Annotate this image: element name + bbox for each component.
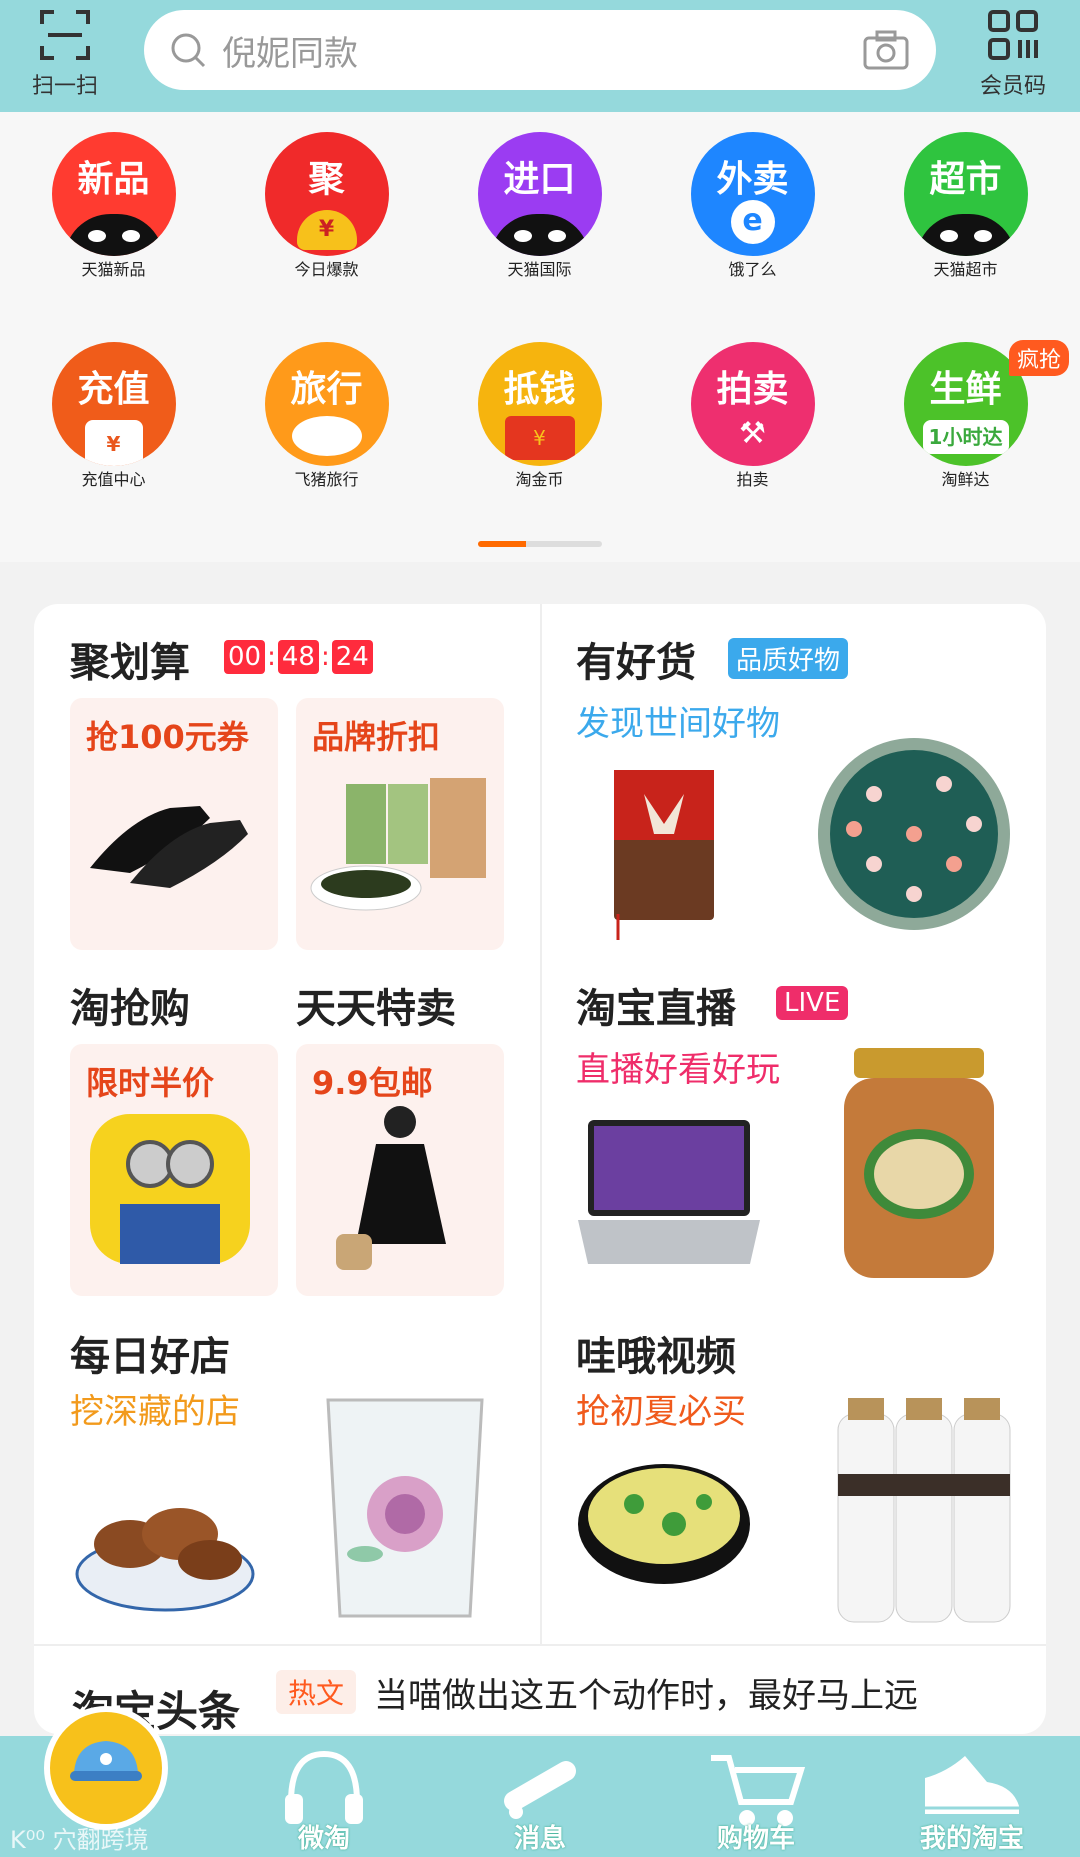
tab-weitao[interactable]: 微淘 xyxy=(216,1736,432,1857)
food-image xyxy=(310,778,486,911)
grid-item-label: 飞猪旅行 xyxy=(294,470,359,489)
tmall-cat-icon: 新品 xyxy=(51,132,176,256)
glass-cup-image xyxy=(326,1398,484,1618)
channel-card: 聚划算 00: 48: 24 抢100元券 品牌折扣 有好货 品质好物 发现世间… xyxy=(34,604,1046,1734)
grid-item-fliggy[interactable]: 旅行 飞猪旅行 xyxy=(220,342,433,552)
grid-item-tmall-market[interactable]: 超市 天猫超市 xyxy=(859,132,1072,342)
notebook-image xyxy=(614,770,714,940)
section-title: 每日好店 xyxy=(70,1334,230,1380)
grid-item-label: 充值中心 xyxy=(81,470,146,489)
section-subtitle: 抢初夏必买 xyxy=(576,1392,746,1432)
section-subtitle: 直播好看好玩 xyxy=(576,1050,780,1090)
grid-item-eleme[interactable]: 外卖 e 饿了么 xyxy=(646,132,859,342)
shoes-image xyxy=(90,806,248,888)
scan-icon xyxy=(40,10,90,60)
section-title: 天天特卖 xyxy=(296,986,456,1032)
grid-item-label: 拍卖 xyxy=(736,470,769,489)
phone-icon: 充值 ¥ xyxy=(51,342,176,466)
section-title: 聚划算 xyxy=(70,640,190,686)
grid-item-recharge[interactable]: 充值 ¥ 充值中心 xyxy=(7,342,220,552)
product-tile[interactable]: 9.9包邮 xyxy=(296,1044,504,1296)
section-subtitle: 挖深藏的店 xyxy=(70,1392,240,1432)
plate-image xyxy=(818,738,1010,930)
minion-case-image xyxy=(90,1114,250,1264)
product-tile[interactable]: 限时半价 xyxy=(70,1044,278,1296)
shortcut-grid: 新品 天猫新品 聚 ¥ 今日爆款 进口 天猫国际 外卖 e 饿了么 超市 天猫超… xyxy=(0,112,1080,562)
grid-item-label: 天猫超市 xyxy=(933,260,998,279)
member-code-label: 会员码 xyxy=(979,74,1046,99)
bottom-tab-bar: 微淘 消息 购物车 我的淘宝 xyxy=(0,1706,1080,1857)
section-subtitle: 发现世间好物 xyxy=(576,704,780,744)
eleme-icon: 外卖 e xyxy=(690,132,815,256)
scan-label: 扫一扫 xyxy=(31,74,98,99)
tab-messages[interactable]: 消息 xyxy=(432,1736,648,1857)
grid-item-label: 淘金币 xyxy=(515,470,564,489)
page-indicator xyxy=(478,541,602,547)
section-title: 淘宝直播 xyxy=(576,986,736,1032)
dried-fruit-image xyxy=(75,1508,255,1612)
tmall-cat-icon: 进口 xyxy=(477,132,602,256)
search-bar[interactable]: 倪妮同款 xyxy=(144,10,936,90)
grid-item-label: 今日爆款 xyxy=(294,260,359,279)
camera-icon[interactable] xyxy=(860,24,912,76)
home-icon xyxy=(44,1706,168,1830)
grid-item-auction[interactable]: 拍卖 ⚒ 拍卖 xyxy=(646,342,859,552)
soup-bowl-image xyxy=(578,1464,750,1584)
grid-item-label: 天猫新品 xyxy=(81,260,146,279)
grid-item-label: 饿了么 xyxy=(728,260,777,279)
grid-item-fresh[interactable]: 生鲜 1小时达 疯抢 淘鲜达 xyxy=(859,340,1072,552)
grid-item-taojinbi[interactable]: 抵钱 ¥ 淘金币 xyxy=(433,342,646,552)
hot-badge: 疯抢 xyxy=(1009,340,1070,376)
divider xyxy=(540,604,542,1644)
section-tag: 品质好物 xyxy=(728,638,849,679)
grid-item-tmall-new[interactable]: 新品 天猫新品 xyxy=(7,132,220,342)
section-title: 有好货 xyxy=(576,640,696,686)
watermark: K⁰⁰ 穴翻跨境 xyxy=(10,1826,149,1854)
hot-tag: 热文 xyxy=(276,1670,357,1714)
headline-text[interactable]: 当喵做出这五个动作时，最好马上远 xyxy=(374,1668,918,1717)
search-placeholder: 倪妮同款 xyxy=(222,33,358,74)
qr-code-icon xyxy=(988,10,1038,60)
member-code-button[interactable]: 会员码 xyxy=(968,8,1058,104)
jar-image xyxy=(844,1048,994,1278)
grid-item-label: 淘鲜达 xyxy=(941,470,990,489)
pig-icon: 旅行 xyxy=(264,342,389,466)
milk-bottles-image xyxy=(837,1398,1011,1623)
red-envelope-icon: 抵钱 ¥ xyxy=(477,342,602,466)
tab-my-taobao[interactable]: 我的淘宝 xyxy=(864,1736,1080,1857)
coin-icon: 聚 ¥ xyxy=(264,132,389,256)
section-title: 哇哦视频 xyxy=(576,1334,736,1380)
section-title: 淘抢购 xyxy=(70,986,190,1032)
grid-item-tmall-global[interactable]: 进口 天猫国际 xyxy=(433,132,646,342)
tab-cart[interactable]: 购物车 xyxy=(648,1736,864,1857)
countdown-timer: 00: 48: 24 xyxy=(224,640,373,674)
grid-item-label: 天猫国际 xyxy=(507,260,572,279)
scan-button[interactable]: 扫一扫 xyxy=(20,8,110,104)
dress-image xyxy=(336,1106,446,1270)
product-tile[interactable]: 品牌折扣 xyxy=(296,698,504,950)
gavel-icon: 拍卖 ⚒ xyxy=(690,342,815,466)
live-tag: LIVE xyxy=(776,986,849,1020)
grid-item-hot-today[interactable]: 聚 ¥ 今日爆款 xyxy=(220,132,433,342)
tmall-cat-icon: 超市 xyxy=(903,132,1028,256)
top-header: 扫一扫 倪妮同款 会员码 xyxy=(0,0,1080,112)
divider xyxy=(34,1644,1046,1646)
product-tile[interactable]: 抢100元券 xyxy=(70,698,278,950)
laptop-image xyxy=(578,1120,760,1264)
search-icon xyxy=(171,33,206,68)
